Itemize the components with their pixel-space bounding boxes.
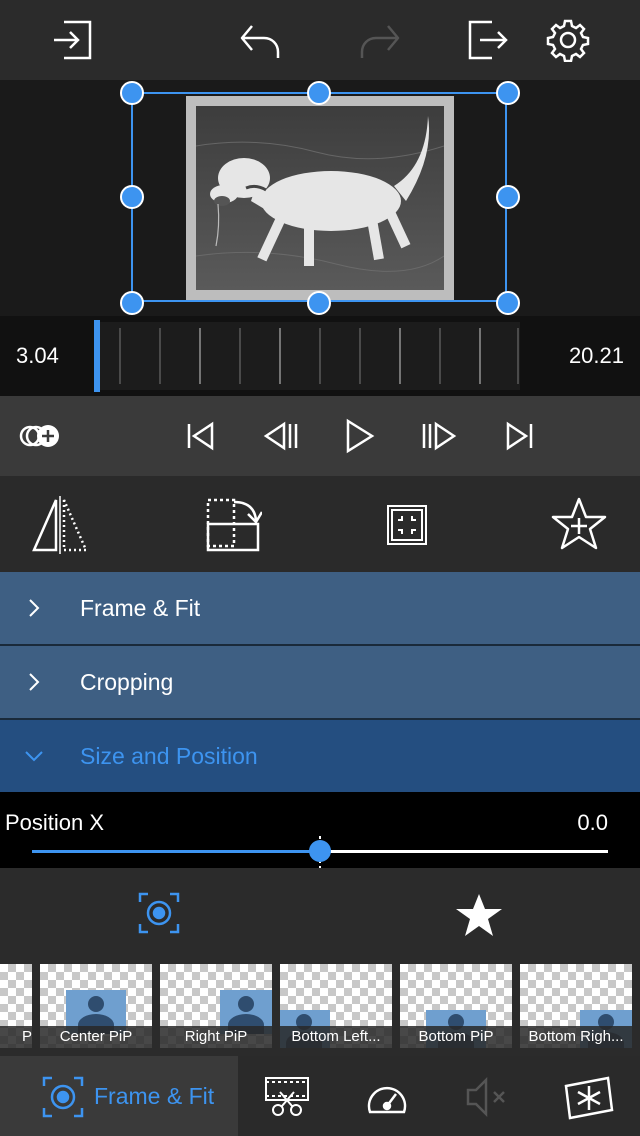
preset-label: Bottom Righ... xyxy=(520,1026,632,1048)
section-label: Frame & Fit xyxy=(80,595,201,621)
chevron-right-icon xyxy=(29,599,40,617)
section-label: Size and Position xyxy=(80,743,258,769)
timeline-ticks xyxy=(119,328,519,384)
top-toolbar xyxy=(0,0,640,80)
section-size-position[interactable]: Size and Position xyxy=(0,720,640,792)
chevron-right-icon xyxy=(29,673,40,691)
resize-handle[interactable] xyxy=(120,185,144,209)
video-preview[interactable] xyxy=(0,80,640,316)
selection-box[interactable] xyxy=(131,92,507,302)
undo-icon[interactable] xyxy=(238,22,282,62)
preset-thumb[interactable]: Right PiP xyxy=(160,964,272,1048)
preset-thumb[interactable]: Bottom Left... xyxy=(280,964,392,1048)
play-icon[interactable] xyxy=(344,418,376,454)
playhead[interactable] xyxy=(94,320,100,392)
total-time: 20.21 xyxy=(568,343,624,368)
transport-controls xyxy=(0,396,640,476)
slider-label: Position X xyxy=(5,810,105,835)
resize-handle[interactable] xyxy=(496,81,520,105)
slider-fill xyxy=(32,850,320,853)
add-favorite-icon[interactable] xyxy=(550,496,608,552)
preset-strip: P Center PiP Right PiP Bottom Left... Bo… xyxy=(0,956,640,1056)
position-x-control: Position X 0.0 xyxy=(0,792,640,868)
target-icon xyxy=(42,1076,84,1118)
step-forward-icon[interactable] xyxy=(420,420,458,452)
preset-label: Right PiP xyxy=(160,1026,272,1048)
resize-handle[interactable] xyxy=(120,81,144,105)
step-back-icon[interactable] xyxy=(262,420,300,452)
tab-label: Frame & Fit xyxy=(94,1083,215,1109)
skip-to-end-icon[interactable] xyxy=(504,420,534,452)
resize-handle[interactable] xyxy=(120,291,144,315)
redo-icon xyxy=(360,25,400,58)
section-label: Cropping xyxy=(80,669,174,695)
resize-handle[interactable] xyxy=(496,185,520,209)
current-time: 3.04 xyxy=(16,343,59,368)
preset-label: Bottom PiP xyxy=(400,1026,512,1048)
resize-handle[interactable] xyxy=(496,291,520,315)
slider-knob[interactable] xyxy=(309,840,331,862)
clip-trim-icon[interactable] xyxy=(264,1076,310,1118)
add-layer-icon[interactable] xyxy=(18,418,64,454)
import-icon[interactable] xyxy=(50,18,94,62)
effects-icon[interactable] xyxy=(564,1074,614,1120)
rotate-icon[interactable] xyxy=(204,496,262,554)
chevron-down-icon xyxy=(25,751,43,762)
fit-to-frame-icon[interactable] xyxy=(386,504,428,546)
resize-handle[interactable] xyxy=(307,291,331,315)
timeline[interactable]: 3.04 20.21 xyxy=(0,316,640,396)
preset-thumb[interactable]: Bottom PiP xyxy=(400,964,512,1048)
preset-tabs xyxy=(0,868,640,956)
tab-frame-fit[interactable]: Frame & Fit xyxy=(0,1056,238,1136)
preset-thumb[interactable]: Center PiP xyxy=(40,964,152,1048)
gear-icon[interactable] xyxy=(546,18,590,62)
section-frame-fit[interactable]: Frame & Fit xyxy=(0,572,640,644)
preset-label: Bottom Left... xyxy=(280,1026,392,1048)
preset-thumb[interactable]: P xyxy=(0,964,32,1048)
speed-icon[interactable] xyxy=(364,1076,410,1118)
slider-value: 0.0 xyxy=(577,810,608,835)
bottom-tab-bar: Frame & Fit xyxy=(0,1056,640,1136)
preset-label: P xyxy=(0,1026,32,1048)
tools-row xyxy=(0,476,640,572)
export-icon[interactable] xyxy=(466,18,510,62)
section-cropping[interactable]: Cropping xyxy=(0,646,640,718)
resize-handle[interactable] xyxy=(307,81,331,105)
target-tab-icon[interactable] xyxy=(138,892,180,934)
mute-icon xyxy=(466,1076,505,1118)
star-tab-icon[interactable] xyxy=(454,892,504,938)
preset-label: Center PiP xyxy=(40,1026,152,1048)
flip-icon[interactable] xyxy=(30,496,90,554)
skip-to-start-icon[interactable] xyxy=(186,420,216,452)
preset-thumb[interactable]: Bottom Righ... xyxy=(520,964,632,1048)
